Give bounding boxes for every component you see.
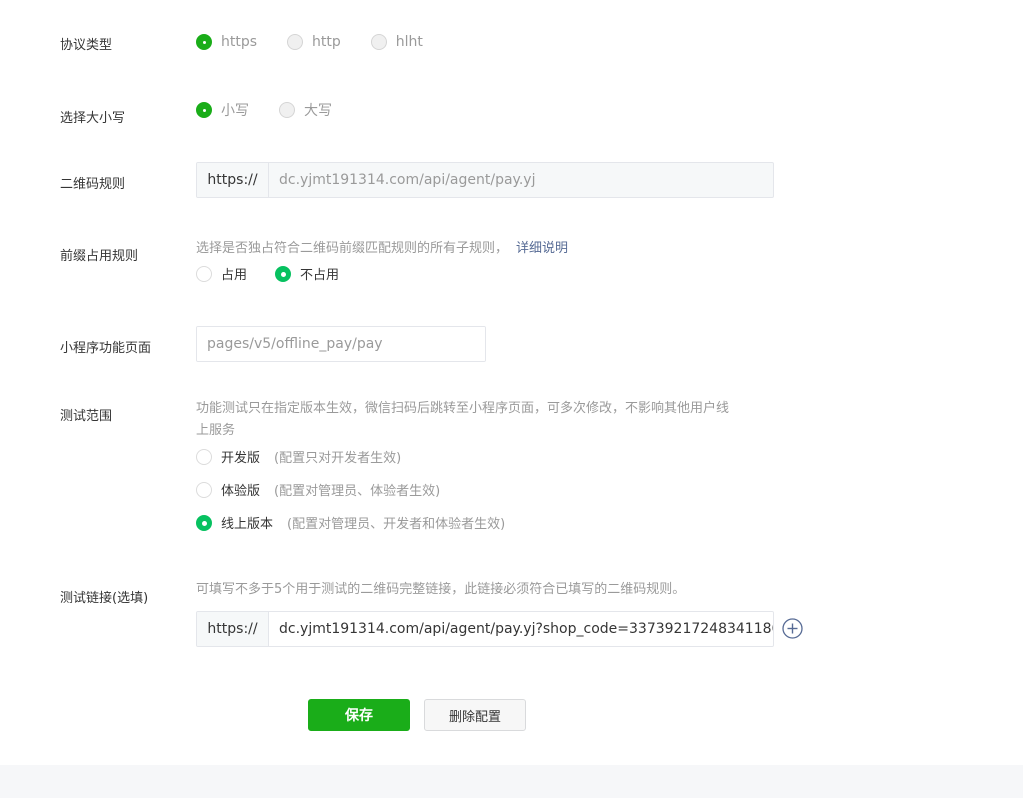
qr-rule-input[interactable]: dc.yjmt191314.com/api/agent/pay.yj: [269, 163, 773, 197]
test-scope-option-note: (配置对管理员、开发者和体验者生效): [287, 517, 506, 532]
prefix-option-no-occupy[interactable]: 不占用: [275, 264, 339, 283]
protocol-option-label: http: [312, 34, 341, 50]
radio-unchecked-icon[interactable]: [370, 34, 387, 50]
protocol-option-hlht[interactable]: hlht: [370, 34, 423, 50]
qr-rule-field[interactable]: https:// dc.yjmt191314.com/api/agent/pay…: [196, 162, 774, 198]
case-option-lower[interactable]: 小写: [196, 100, 249, 120]
prefix-option-label: 不占用: [300, 268, 340, 283]
case-option-upper[interactable]: 大写: [279, 100, 332, 120]
radio-unchecked-icon[interactable]: [287, 34, 304, 50]
radio-checked-icon[interactable]: [196, 34, 212, 50]
case-radio-group: 小写 大写: [196, 100, 362, 120]
test-scope-option-note: (配置只对开发者生效): [274, 451, 402, 466]
test-link-hint: 可填写不多于5个用于测试的二维码完整链接，此链接必须符合已填写的二维码规则。: [196, 582, 686, 597]
protocol-option-label: https: [221, 34, 258, 50]
prefix-rule-radio-group: 占用 不占用: [196, 264, 369, 283]
test-link-field[interactable]: https:// dc.yjmt191314.com/api/agent/pay…: [196, 611, 774, 647]
test-scope-option-online[interactable]: 线上版本 (配置对管理员、开发者和体验者生效): [196, 513, 505, 532]
radio-checked-icon[interactable]: [275, 265, 292, 282]
protocol-option-http[interactable]: http: [287, 34, 341, 50]
test-scope-hint-line2: 上服务: [196, 423, 236, 438]
detail-link[interactable]: 详细说明: [516, 241, 568, 256]
test-scope-option-label: 体验版: [221, 484, 261, 499]
test-link-input[interactable]: dc.yjmt191314.com/api/agent/pay.yj?shop_…: [269, 612, 773, 646]
radio-checked-icon[interactable]: [196, 102, 212, 118]
plus-circle-icon[interactable]: [782, 618, 803, 639]
test-scope-option-label: 线上版本: [221, 517, 274, 532]
test-scope-label: 测试范围: [60, 409, 113, 424]
protocol-option-https[interactable]: https: [196, 34, 257, 50]
test-scope-option-trial[interactable]: 体验版 (配置对管理员、体验者生效): [196, 480, 440, 499]
prefix-rule-label: 前缀占用规则: [60, 249, 139, 264]
radio-unchecked-icon[interactable]: [196, 265, 212, 282]
protocol-label: 协议类型: [60, 38, 113, 53]
test-scope-hint: 功能测试只在指定版本生效，微信扫码后跳转至小程序页面，可多次修改，不影响其他用户…: [196, 398, 786, 442]
qr-rule-label: 二维码规则: [60, 177, 126, 192]
radio-checked-icon[interactable]: [196, 514, 212, 531]
case-label: 选择大小写: [60, 111, 126, 126]
mini-page-label: 小程序功能页面: [60, 341, 152, 356]
protocol-option-label: hlht: [395, 34, 423, 50]
test-scope-hint-line1: 功能测试只在指定版本生效，微信扫码后跳转至小程序页面，可多次修改，不影响其他用户…: [196, 401, 730, 416]
protocol-radio-group: https http hlht: [196, 34, 453, 50]
mini-page-input[interactable]: pages/v5/offline_pay/pay: [197, 327, 485, 361]
radio-unchecked-icon[interactable]: [196, 481, 212, 498]
case-option-label: 大写: [304, 103, 332, 119]
qr-rule-prefix: https://: [197, 163, 269, 197]
delete-config-button[interactable]: 删除配置: [424, 699, 526, 731]
test-scope-option-note: (配置对管理员、体验者生效): [274, 484, 441, 499]
radio-unchecked-icon[interactable]: [196, 448, 212, 465]
save-button[interactable]: 保存: [308, 699, 410, 731]
test-scope-option-dev[interactable]: 开发版 (配置只对开发者生效): [196, 447, 401, 466]
test-link-label: 测试链接(选填): [60, 591, 149, 606]
prefix-option-occupy[interactable]: 占用: [196, 264, 247, 283]
page-footer-area: [0, 765, 1023, 798]
prefix-rule-hint: 选择是否独占符合二维码前缀匹配规则的所有子规则， 详细说明: [196, 238, 568, 260]
radio-unchecked-icon[interactable]: [279, 102, 295, 118]
case-option-label: 小写: [221, 103, 249, 119]
test-scope-option-label: 开发版: [221, 451, 261, 466]
mini-page-field[interactable]: pages/v5/offline_pay/pay: [196, 326, 486, 362]
test-link-prefix: https://: [197, 612, 269, 646]
prefix-rule-hint-text: 选择是否独占符合二维码前缀匹配规则的所有子规则，: [196, 241, 509, 256]
prefix-option-label: 占用: [221, 268, 248, 283]
